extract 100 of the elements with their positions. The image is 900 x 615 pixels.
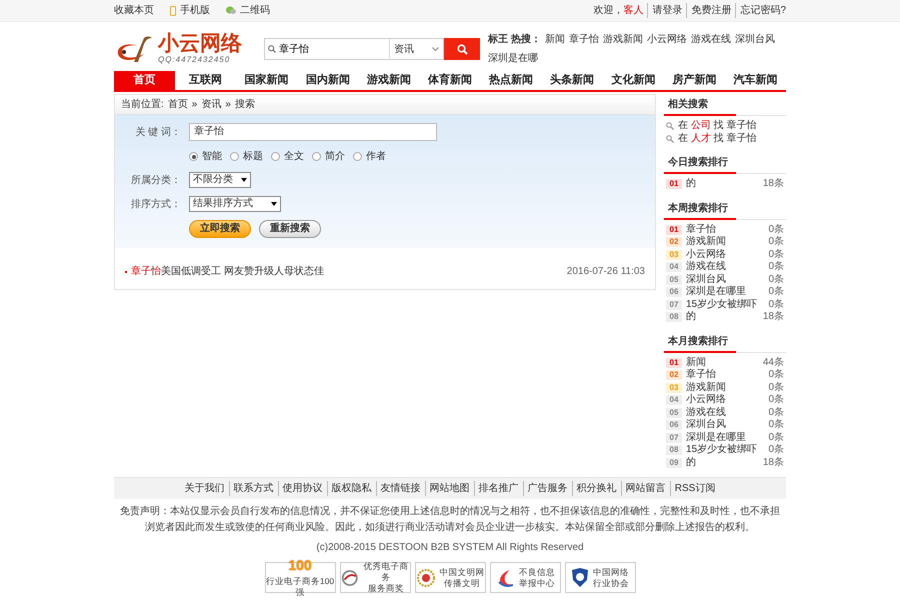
user-link[interactable]: 客人 xyxy=(623,3,644,18)
hot-search-link[interactable]: 游戏新闻 xyxy=(602,32,643,47)
ranking-term-link[interactable]: 15岁少女被绑吓 xyxy=(686,444,768,456)
top-link[interactable]: 收藏本页 xyxy=(114,3,154,18)
footer-link[interactable]: 网站地图 xyxy=(424,481,470,496)
ranking-term-link[interactable]: 的 xyxy=(686,178,763,190)
nav-tab[interactable]: 汽车新闻 xyxy=(724,71,786,90)
search-field[interactable]: 章子怡 xyxy=(264,38,389,60)
chat-icon xyxy=(226,6,236,15)
hot-search-link[interactable]: 深圳是在哪 xyxy=(488,51,538,66)
category-select[interactable]: 资讯 xyxy=(389,38,444,60)
breadcrumb-link[interactable]: 首页 xyxy=(168,97,188,112)
phone-icon xyxy=(170,6,176,16)
account-link[interactable]: 忘记密码? xyxy=(735,3,786,18)
certification-badge[interactable]: 中国网络 行业协会 xyxy=(564,562,636,593)
radio-option[interactable]: 标题 xyxy=(230,149,263,164)
radio-option[interactable]: 智能 xyxy=(189,149,222,164)
hot-search-link[interactable]: 小云网络 xyxy=(646,32,687,47)
footer-link[interactable]: 版权隐私 xyxy=(326,481,372,496)
disclaimer-text: 免责声明：本站仅显示会员自行发布的信息情况，并不保证您使用上述信息时的情况与之相符，也不担保该信息的准确性，完整性和及时性，也不承担浏览者因此而发生或致使的任何商业风险。因此，如须进行商业活动请对会员企业进一步核实。本站保留全部或部分删除上述报告的权利。 xyxy=(119,504,781,535)
radio-button[interactable] xyxy=(312,152,321,161)
search-button[interactable] xyxy=(444,38,480,60)
top-link[interactable]: 二维码 xyxy=(226,3,270,18)
certification-badge[interactable]: 不良信息 举报中心 xyxy=(490,562,560,593)
radio-option[interactable]: 作者 xyxy=(353,149,386,164)
sort-select[interactable]: 结果排序方式 xyxy=(189,196,281,212)
field-label: 所属分类： xyxy=(130,174,181,188)
ranking-term-link[interactable]: 游戏新闻 xyxy=(686,236,768,248)
rank-number: 01 xyxy=(666,179,682,190)
nav-tab[interactable]: 文化新闻 xyxy=(602,71,664,90)
ranking-term-link[interactable]: 的 xyxy=(686,456,763,469)
nav-tab[interactable]: 体育新闻 xyxy=(419,71,481,90)
top-link[interactable]: 手机版 xyxy=(170,3,210,18)
nav-tab[interactable]: 头条新闻 xyxy=(542,71,603,90)
ranking-term-link[interactable]: 的 xyxy=(686,311,763,324)
ranking-term-link[interactable]: 深圳台风 xyxy=(686,274,768,286)
footer-link[interactable]: RSS订阅 xyxy=(670,481,716,496)
section-title: 相关搜索 xyxy=(664,94,736,116)
radio-button[interactable] xyxy=(353,152,362,161)
category-select[interactable]: 不限分类 xyxy=(189,172,251,188)
dropdown-arrow-icon xyxy=(241,178,247,182)
footer-link[interactable]: 关于我们 xyxy=(184,481,225,496)
certification-badge[interactable]: 优秀电子商务 服务商奖 xyxy=(340,562,410,593)
rank-number: 02 xyxy=(666,237,682,248)
hot-search-link[interactable]: 新闻 xyxy=(544,32,565,47)
reset-button[interactable]: 重新搜索 xyxy=(259,220,321,238)
search-count: 0条 xyxy=(768,419,784,432)
nav-tab[interactable]: 热点新闻 xyxy=(480,71,542,90)
hot-search-link[interactable]: 游戏在线 xyxy=(690,32,731,47)
radio-button[interactable] xyxy=(271,152,280,161)
keyword-input[interactable]: 章子怡 xyxy=(189,123,437,141)
footer-link[interactable]: 广告服务 xyxy=(522,481,568,496)
footer-link[interactable]: 友情链接 xyxy=(376,481,421,496)
related-search-link[interactable]: 在 人才 找 章子怡 xyxy=(678,132,756,145)
field-label: 关 键 词： xyxy=(134,126,181,140)
result-link[interactable]: 章子怡美国低调受工 网友赞升级人母状态佳 xyxy=(131,264,324,279)
ranking-term-link[interactable]: 游戏在线 xyxy=(686,261,768,274)
account-link[interactable]: 请登录 xyxy=(647,3,682,18)
ranking-term-link[interactable]: 新闻 xyxy=(686,356,763,369)
badge-caption: 传播文明 xyxy=(443,578,481,588)
radio-option[interactable]: 简介 xyxy=(312,149,345,164)
nav-tab[interactable]: 房产新闻 xyxy=(664,71,725,90)
radio-option[interactable]: 全文 xyxy=(271,149,304,164)
nav-tab[interactable]: 游戏新闻 xyxy=(358,71,420,90)
footer-link[interactable]: 排名推广 xyxy=(474,481,519,496)
related-search-link[interactable]: 在 公司 找 章子怡 xyxy=(678,120,756,132)
radio-button[interactable] xyxy=(230,152,239,161)
rank-number: 01 xyxy=(666,358,682,368)
ranking-term-link[interactable]: 深圳台风 xyxy=(686,419,768,432)
wreath-icon xyxy=(416,568,436,588)
breadcrumb-separator: » xyxy=(225,98,231,112)
ranking-term-link[interactable]: 深圳是在哪里 xyxy=(686,432,768,444)
footer-link[interactable]: 联系方式 xyxy=(228,481,274,496)
nav-tab[interactable]: 首页 xyxy=(114,71,176,90)
radio-button[interactable] xyxy=(189,152,198,161)
footer-link[interactable]: 使用协议 xyxy=(278,481,323,496)
breadcrumb-link[interactable]: 资讯 xyxy=(201,97,222,112)
search-count: 0条 xyxy=(768,248,784,261)
footer-link[interactable]: 积分换礼 xyxy=(572,481,617,496)
footer-link[interactable]: 网站留言 xyxy=(620,481,666,496)
nav-tab[interactable]: 国内新闻 xyxy=(297,71,358,90)
ranking-term-link[interactable]: 小云网络 xyxy=(686,394,768,406)
ranking-term-link[interactable]: 章子怡 xyxy=(686,369,768,382)
section-title: 本月搜索排行 xyxy=(664,330,736,352)
certification-badge[interactable]: 中国文明网 传播文明 xyxy=(414,562,486,593)
ranking-term-link[interactable]: 章子怡 xyxy=(686,224,768,236)
nav-tab[interactable]: 互联网 xyxy=(175,71,236,90)
search-submit-button[interactable]: 立即搜索 xyxy=(189,220,251,238)
breadcrumb-link[interactable]: 搜索 xyxy=(234,97,255,112)
hot-search-link[interactable]: 深圳台风 xyxy=(734,32,775,47)
ranking-term-link[interactable]: 深圳是在哪里 xyxy=(686,286,768,298)
account-link[interactable]: 免费注册 xyxy=(686,3,732,18)
ranking-term-link[interactable]: 小云网络 xyxy=(686,248,768,261)
nav-tab[interactable]: 国家新闻 xyxy=(236,71,298,90)
search-count: 0条 xyxy=(768,261,784,274)
ranking-term-link[interactable]: 15岁少女被绑吓 xyxy=(686,298,768,311)
hot-search-link[interactable]: 章子怡 xyxy=(568,32,599,47)
ranking-term-link[interactable]: 游戏新闻 xyxy=(686,382,768,394)
search-count: 0条 xyxy=(768,382,784,394)
ranking-term-link[interactable]: 游戏在线 xyxy=(686,406,768,419)
